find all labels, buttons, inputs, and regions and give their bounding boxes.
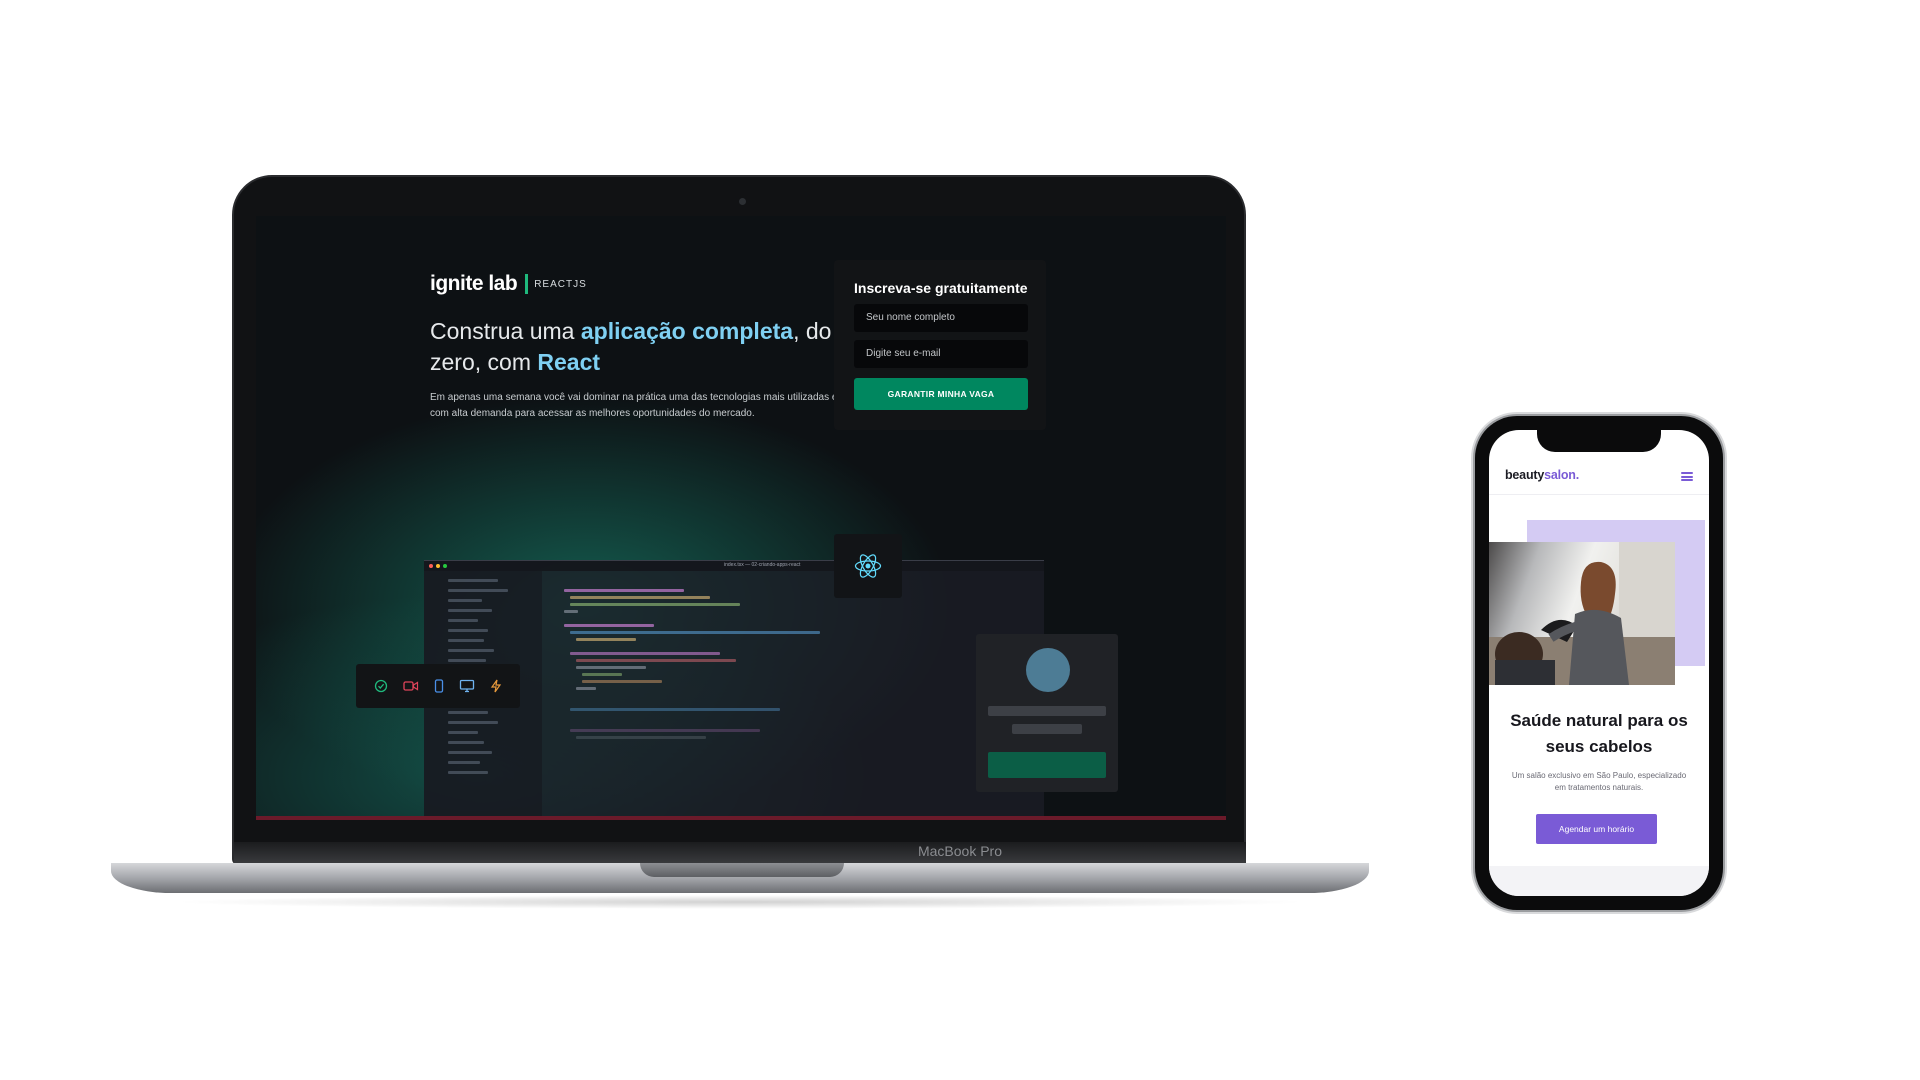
explorer-line: [448, 751, 492, 754]
check-circle-icon[interactable]: [374, 679, 388, 693]
explorer-line: [448, 731, 478, 734]
logo-divider: [525, 274, 529, 294]
code-line: [564, 624, 654, 627]
screen-accent-line: [256, 816, 1226, 820]
placeholder-button: [988, 752, 1106, 778]
window-maximize-dot: [443, 564, 447, 568]
phone-icon[interactable]: [434, 679, 444, 693]
signup-form: Inscreva-se gratuitamente Seu nome compl…: [834, 260, 1046, 430]
signup-title: Inscreva-se gratuitamente: [854, 280, 1028, 296]
book-appointment-button[interactable]: Agendar um horário: [1536, 814, 1657, 844]
code-line: [564, 610, 578, 613]
name-input[interactable]: Seu nome completo: [854, 304, 1028, 332]
profile-card-mockup: [976, 634, 1118, 792]
explorer-line: [448, 629, 488, 632]
explorer-line: [448, 589, 508, 592]
code-line: [570, 596, 710, 599]
hairdresser-photo-illustration: [1489, 542, 1675, 685]
code-line: [576, 638, 636, 641]
placeholder-bar: [988, 706, 1106, 716]
headline-highlight-2: React: [537, 349, 601, 375]
explorer-line: [448, 711, 488, 714]
explorer-line: [448, 659, 486, 662]
logo-main-text: ignite lab: [430, 272, 518, 295]
page-description: Em apenas uma semana você vai dominar na…: [430, 392, 838, 419]
code-line: [582, 673, 622, 676]
explorer-line: [448, 619, 478, 622]
code-line: [570, 708, 780, 711]
brand-accent-text: salon.: [1544, 468, 1580, 482]
code-line: [576, 666, 646, 669]
react-logo-tile: [834, 534, 902, 598]
hamburger-menu-icon[interactable]: [1681, 472, 1693, 481]
logo-sub-text: REACTJS: [534, 278, 587, 290]
header-divider: [1489, 494, 1709, 495]
code-titlebar: index.tsx — 02-criando-apps-react: [424, 561, 1044, 571]
explorer-line: [448, 761, 480, 764]
explorer-line: [448, 771, 488, 774]
video-icon[interactable]: [403, 680, 419, 692]
react-icon: [854, 554, 882, 578]
laptop-opening-notch: [640, 863, 844, 877]
page-headline: Construa uma aplicação completa, do zero…: [430, 316, 870, 378]
avatar: [1026, 648, 1070, 692]
hero-subtitle: Um salão exclusivo em São Paulo, especia…: [1511, 771, 1687, 792]
code-line: [582, 680, 662, 683]
explorer-line: [448, 649, 494, 652]
call-toolbar: [356, 664, 520, 708]
phone-notch: [1537, 430, 1661, 452]
site-logo[interactable]: ignite lab REACTJS: [430, 272, 587, 296]
code-line: [564, 589, 684, 592]
code-line: [570, 652, 720, 655]
hero-photo: [1489, 542, 1675, 685]
code-line: [570, 603, 740, 606]
window-minimize-dot: [436, 564, 440, 568]
explorer-line: [448, 639, 484, 642]
code-line: [570, 729, 760, 732]
hero-title: Saúde natural para os seus cabelos: [1510, 711, 1688, 756]
monitor-icon[interactable]: [459, 679, 475, 693]
signup-button[interactable]: GARANTIR MINHA VAGA: [854, 378, 1028, 410]
phone: beautysalon. Saúde natural para os seus …: [1475, 416, 1723, 910]
code-line: [576, 687, 596, 690]
headline-part-1: Construa uma: [430, 318, 581, 344]
code-line: [576, 736, 706, 739]
explorer-line: [448, 579, 498, 582]
code-window-title: index.tsx — 02-criando-apps-react: [724, 562, 801, 568]
code-line: [576, 659, 736, 662]
code-line: [570, 631, 820, 634]
lightning-icon[interactable]: [490, 679, 502, 693]
explorer-line: [448, 741, 484, 744]
brand-main-text: beauty: [1505, 468, 1545, 482]
phone-screen: beautysalon. Saúde natural para os seus …: [1489, 430, 1709, 896]
laptop: ignite lab REACTJS Construa uma aplicaçã…: [232, 175, 1246, 865]
phone-bottom-area: [1489, 866, 1709, 896]
laptop-shadow: [170, 895, 1310, 909]
laptop-camera: [739, 198, 746, 205]
explorer-line: [448, 599, 482, 602]
window-close-dot: [429, 564, 433, 568]
explorer-line: [448, 721, 498, 724]
laptop-screen: ignite lab REACTJS Construa uma aplicaçã…: [256, 216, 1226, 820]
email-input[interactable]: Digite seu e-mail: [854, 340, 1028, 368]
headline-highlight-1: aplicação completa: [580, 318, 794, 344]
placeholder-bar: [1012, 724, 1082, 734]
explorer-line: [448, 609, 492, 612]
salon-logo[interactable]: beautysalon.: [1505, 468, 1579, 482]
